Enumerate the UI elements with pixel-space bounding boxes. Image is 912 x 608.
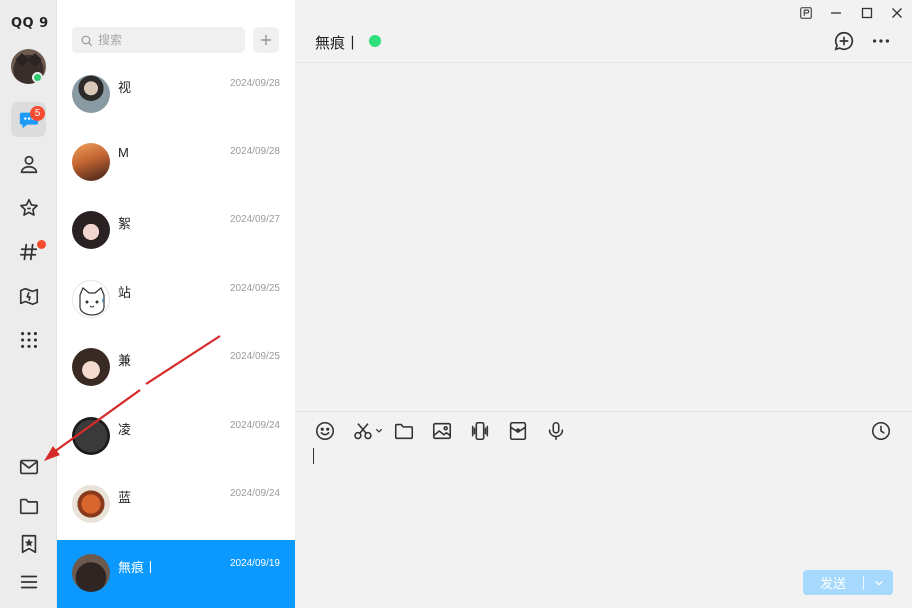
- conversation-item[interactable]: 蓝 2024/09/24: [57, 477, 295, 545]
- contact-avatar: [72, 485, 110, 523]
- app-brand: QQ 9: [11, 16, 49, 31]
- conversation-item[interactable]: 凌 2024/09/24: [57, 409, 295, 477]
- file-button[interactable]: [391, 418, 417, 444]
- chat-title: 無痕丨: [315, 35, 361, 52]
- contact-name: 兼: [118, 353, 132, 368]
- voice-button[interactable]: [543, 418, 569, 444]
- close-button[interactable]: [886, 4, 908, 22]
- send-options-button[interactable]: [864, 570, 893, 595]
- contact-avatar: [72, 143, 110, 181]
- maximize-button[interactable]: [856, 4, 878, 22]
- conversation-date: 2024/09/27: [229, 214, 280, 225]
- history-button[interactable]: [868, 418, 894, 444]
- image-icon: [432, 422, 452, 440]
- rail-collection-button[interactable]: [11, 526, 46, 561]
- contact-avatar: [72, 348, 110, 386]
- conversation-item-selected[interactable]: 無痕丨 2024/09/19: [57, 540, 295, 608]
- rail-mail-button[interactable]: [11, 449, 46, 484]
- image-button[interactable]: [429, 418, 455, 444]
- conversation-date: 2024/09/19: [229, 558, 280, 569]
- space-icon: [19, 287, 38, 305]
- contact-avatar: [72, 211, 110, 249]
- contact-name: M: [118, 145, 129, 160]
- minimize-icon: [831, 12, 841, 14]
- conversation-list-panel: 视 2024/09/28 M 2024/09/28 絮 2024/09/27 站…: [57, 0, 295, 608]
- chat-panel: 無痕丨 发送: [295, 0, 912, 608]
- input-divider: [295, 411, 912, 412]
- conversation-item[interactable]: 视 2024/09/28: [57, 67, 295, 135]
- add-button[interactable]: [253, 27, 279, 53]
- contact-name: 站: [118, 285, 132, 300]
- red-packet-icon: [509, 421, 527, 441]
- red-packet-button[interactable]: [505, 418, 531, 444]
- contact-avatar: [72, 75, 110, 113]
- conversation-item[interactable]: 絮 2024/09/27: [57, 203, 295, 271]
- cat-cartoon-icon: [79, 287, 105, 316]
- apps-grid-icon: [20, 331, 37, 348]
- clock-icon: [871, 421, 891, 441]
- unread-badge: 5: [30, 106, 45, 121]
- contact-name: 视: [118, 80, 132, 95]
- contact-avatar: [72, 280, 110, 318]
- channels-red-dot: [37, 240, 46, 249]
- conversation-item[interactable]: 站 2024/09/25: [57, 272, 295, 340]
- rail-files-button[interactable]: [11, 488, 46, 523]
- conversation-date: 2024/09/24: [229, 488, 280, 499]
- add-participant-button[interactable]: [832, 29, 856, 53]
- contact-name: 蓝: [118, 490, 132, 505]
- conversation-date: 2024/09/28: [229, 146, 280, 157]
- online-status-dot: [32, 72, 43, 83]
- send-divider: [863, 575, 864, 590]
- minimize-button[interactable]: [825, 4, 847, 22]
- conversation-date: 2024/09/28: [229, 78, 280, 89]
- plus-icon: [260, 34, 272, 46]
- conversation-item[interactable]: 兼 2024/09/25: [57, 340, 295, 408]
- shake-icon: [471, 421, 489, 441]
- contact-avatar: [72, 417, 110, 455]
- chevron-down-icon: [874, 580, 883, 586]
- mail-icon: [19, 459, 38, 474]
- shake-button[interactable]: [467, 418, 493, 444]
- left-rail: QQ 9 5: [0, 0, 57, 608]
- folder-icon: [19, 498, 38, 514]
- send-button-group: 发送: [803, 570, 893, 595]
- conversation-date: 2024/09/24: [229, 420, 280, 431]
- bookmark-star-icon: [21, 534, 36, 553]
- conversation-date: 2024/09/25: [229, 283, 280, 294]
- emoji-button[interactable]: [312, 418, 338, 444]
- contact-name: 絮: [118, 216, 132, 231]
- rail-menu-button[interactable]: [11, 564, 46, 599]
- emoji-icon: [315, 421, 335, 441]
- rail-apps-button[interactable]: [11, 322, 46, 357]
- screenshot-button[interactable]: [350, 418, 386, 444]
- rail-favorites-button[interactable]: [11, 190, 46, 225]
- search-icon: [81, 35, 92, 46]
- pin-window-button[interactable]: [795, 4, 817, 22]
- online-status-dot: [369, 35, 381, 47]
- contacts-icon: [20, 155, 37, 173]
- contact-name: 無痕丨: [118, 560, 158, 575]
- more-options-button[interactable]: [869, 29, 893, 53]
- more-icon: [872, 39, 890, 43]
- contact-name: 凌: [118, 422, 132, 437]
- send-button[interactable]: 发送: [803, 570, 863, 595]
- search-input[interactable]: [98, 33, 228, 47]
- maximize-icon: [861, 7, 873, 19]
- folder-icon: [394, 423, 414, 440]
- microphone-icon: [548, 421, 564, 441]
- conversation-date: 2024/09/25: [229, 351, 280, 362]
- pin-icon: [800, 7, 812, 19]
- header-divider: [295, 62, 912, 63]
- rail-space-button[interactable]: [11, 278, 46, 313]
- close-icon: [892, 8, 902, 18]
- search-box[interactable]: [72, 27, 245, 53]
- rail-contacts-button[interactable]: [11, 146, 46, 181]
- conversation-item[interactable]: M 2024/09/28: [57, 135, 295, 203]
- text-caret: [313, 448, 314, 464]
- contact-avatar: [72, 554, 110, 592]
- star-icon: [19, 198, 38, 216]
- add-chat-icon: [834, 31, 854, 51]
- menu-icon: [20, 575, 37, 588]
- scissors-icon: [354, 423, 383, 440]
